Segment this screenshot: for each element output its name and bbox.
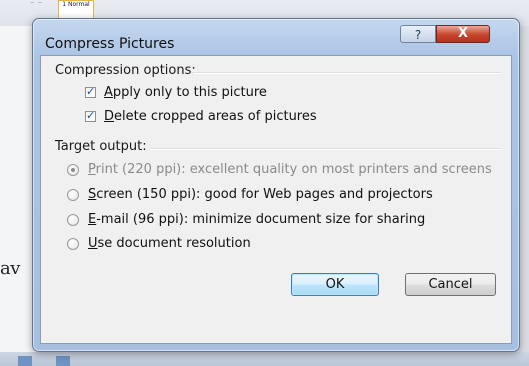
close-icon: X [457, 26, 469, 41]
screen-radio[interactable] [67, 188, 79, 201]
compress-pictures-dialog: Compress Pictures ? X Compression option… [32, 18, 520, 352]
checkmark-icon: ✓ [86, 109, 96, 122]
cancel-button[interactable]: Cancel [405, 273, 496, 296]
compression-options-heading: Compression options: [55, 63, 196, 78]
document-resolution-label: Use document resolution [88, 236, 251, 251]
close-button[interactable]: X [436, 25, 490, 43]
email-radio-row[interactable]: E-mail (96 ppi): minimize document size … [67, 212, 425, 227]
delete-cropped-checkbox-row[interactable]: ✓ Delete cropped areas of pictures [85, 109, 317, 124]
print-label: Print (220 ppi): excellent quality on mo… [88, 162, 492, 177]
help-button[interactable]: ? [400, 25, 436, 43]
apply-only-label: Apply only to this picture [104, 85, 267, 100]
apply-only-checkbox[interactable]: ✓ [85, 85, 96, 98]
dialog-title: Compress Pictures [45, 36, 175, 52]
ok-button[interactable]: OK [291, 273, 379, 296]
background-document-text: av [0, 258, 20, 279]
email-radio[interactable] [67, 213, 79, 226]
screen-radio-row[interactable]: Screen (150 ppi): good for Web pages and… [67, 187, 433, 202]
background-thumb [56, 356, 70, 366]
delete-cropped-label: Delete cropped areas of pictures [104, 109, 317, 124]
target-output-heading: Target output: [55, 139, 147, 154]
dialog-client-area: Compression options: ✓ Apply only to thi… [40, 55, 512, 344]
background-ribbon-dots: ⁻ ⁻ [30, 0, 43, 10]
group-separator [193, 72, 501, 74]
background-statusbar [0, 352, 529, 366]
document-resolution-radio[interactable] [67, 237, 79, 250]
background-style-thumbnail: 1 Normal [58, 0, 94, 20]
group-separator [151, 148, 501, 150]
help-icon: ? [414, 28, 422, 42]
delete-cropped-checkbox[interactable]: ✓ [85, 109, 96, 122]
background-thumb [18, 356, 32, 366]
print-radio[interactable] [67, 163, 79, 176]
email-label: E-mail (96 ppi): minimize document size … [88, 212, 426, 227]
apply-only-checkbox-row[interactable]: ✓ Apply only to this picture [85, 85, 267, 100]
checkmark-icon: ✓ [86, 85, 96, 98]
screen-label: Screen (150 ppi): good for Web pages and… [88, 187, 433, 202]
document-resolution-radio-row[interactable]: Use document resolution [67, 236, 251, 251]
print-radio-row[interactable]: Print (220 ppi): excellent quality on mo… [67, 162, 492, 177]
